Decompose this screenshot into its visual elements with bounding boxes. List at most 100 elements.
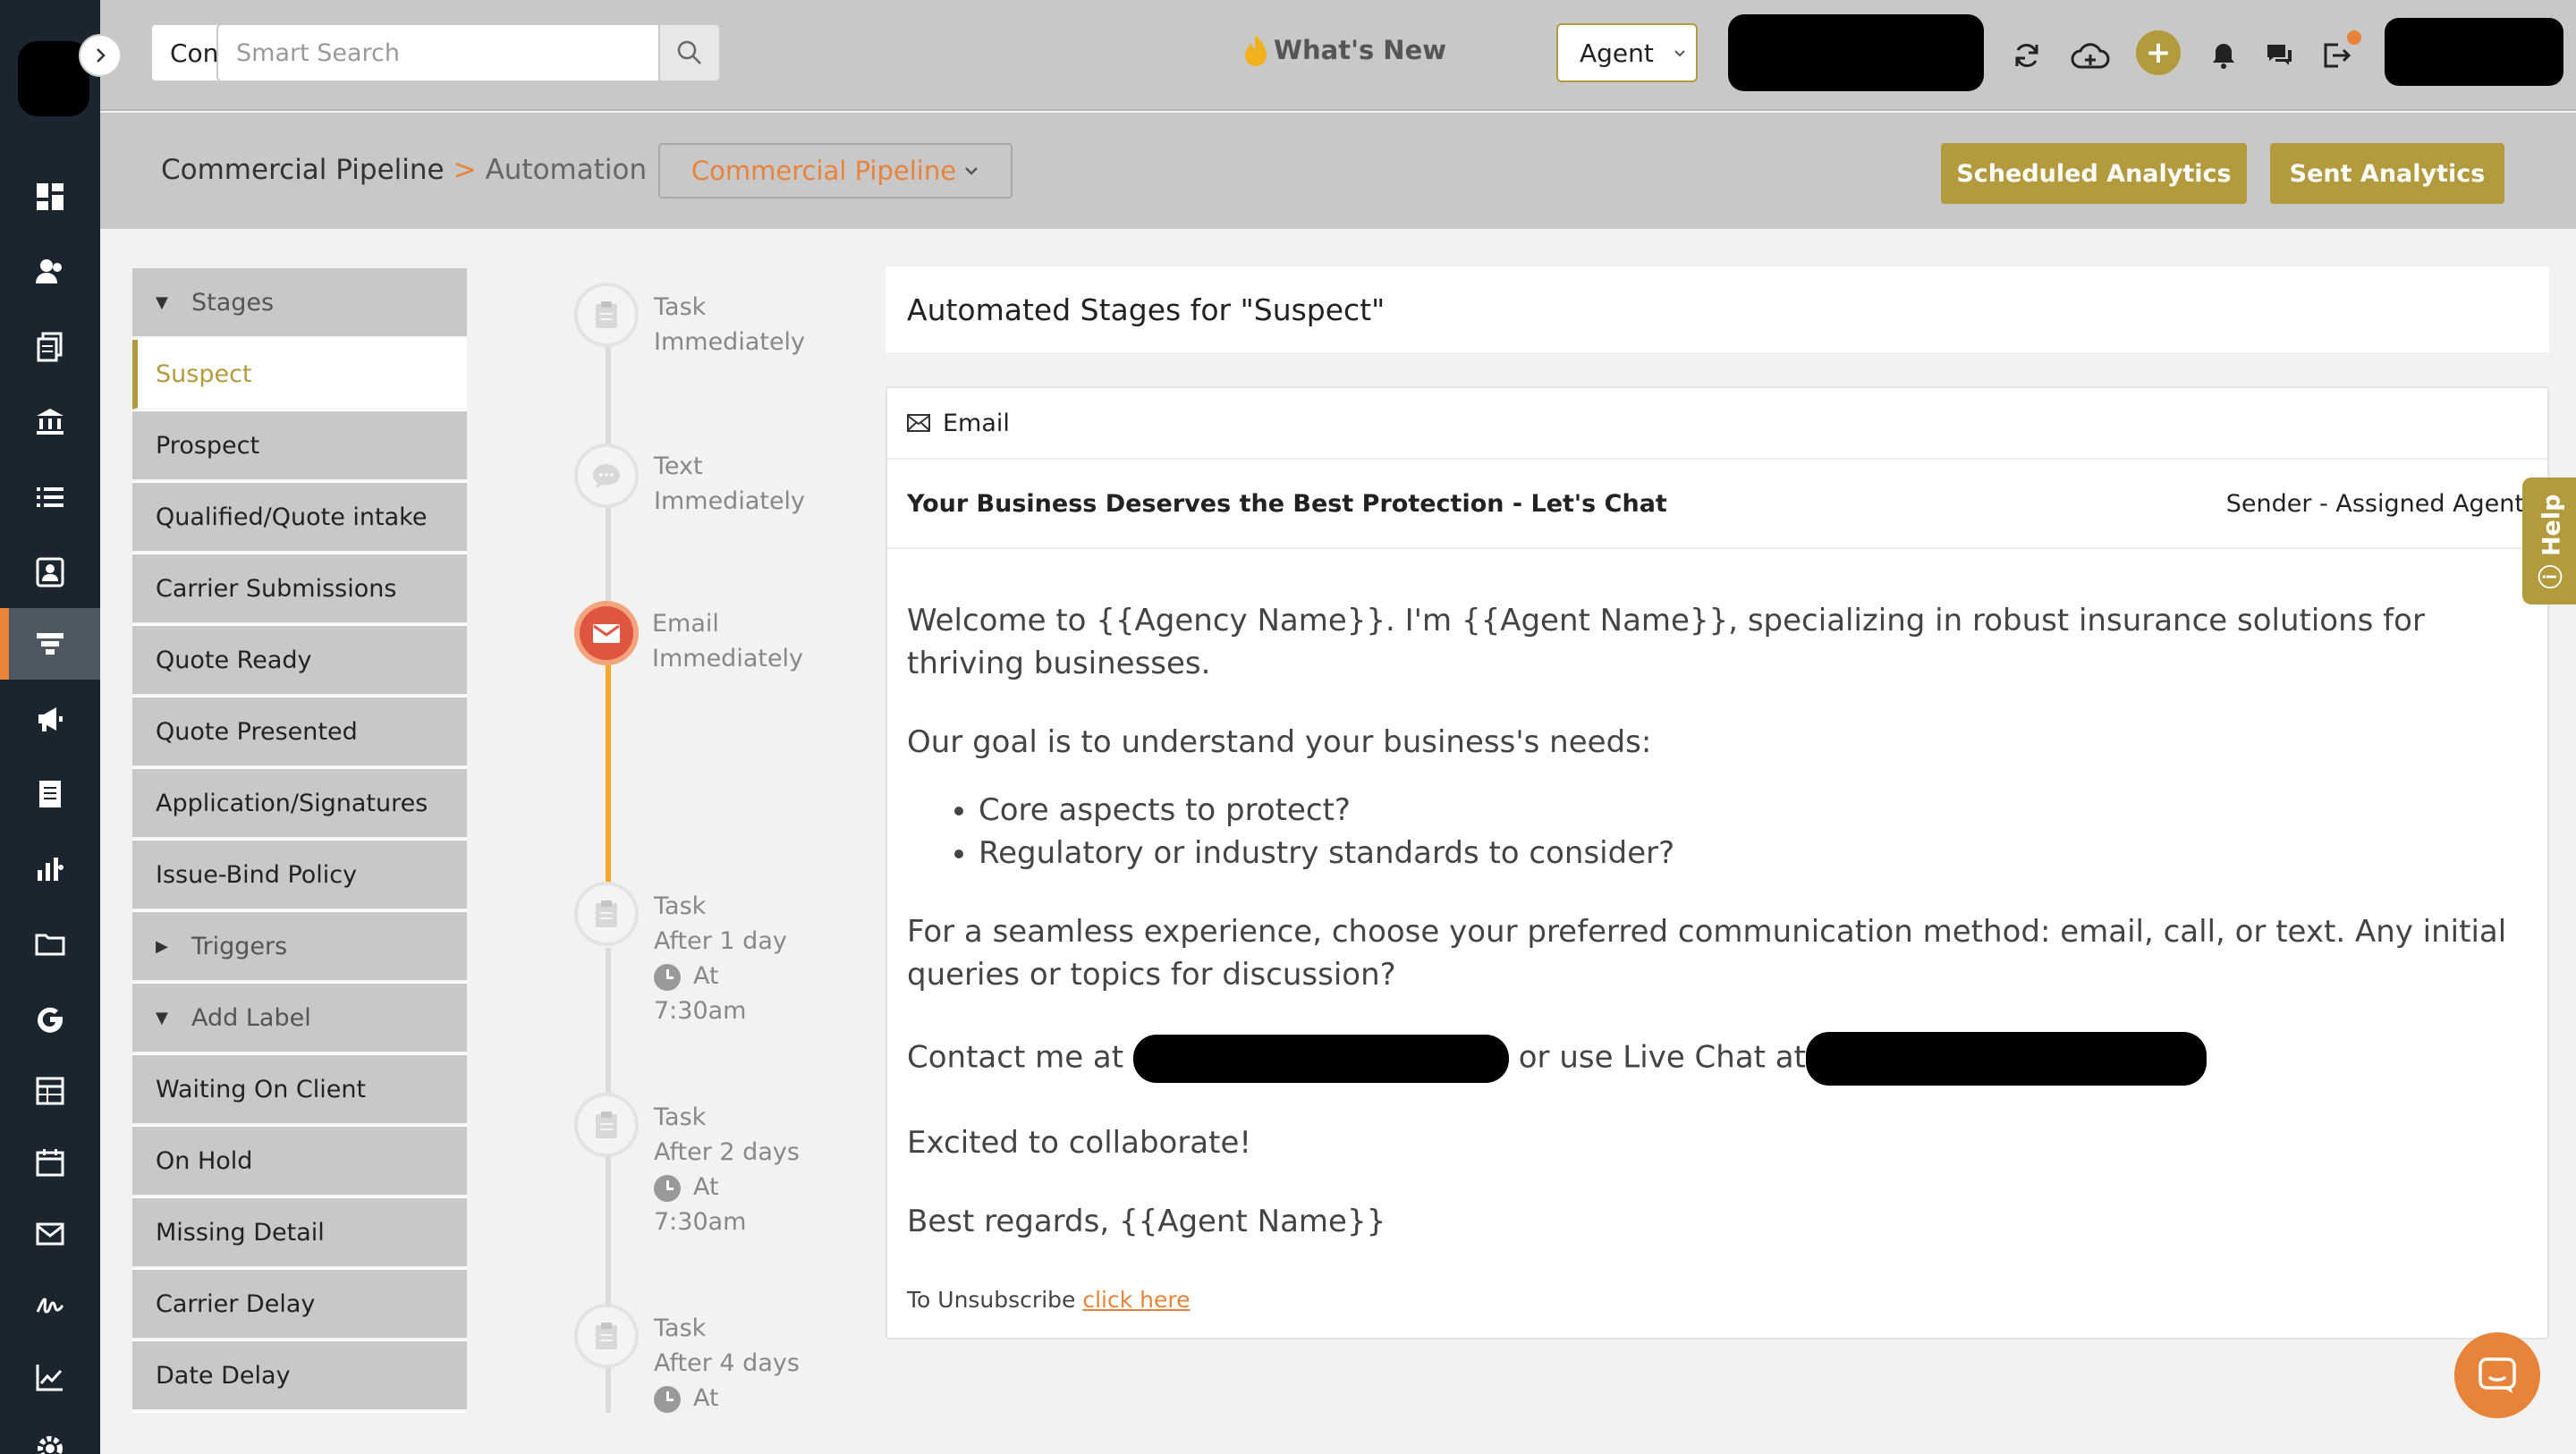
stage-item-quote-presented[interactable]: Quote Presented bbox=[132, 697, 467, 767]
breadcrumb-separator: > bbox=[453, 154, 477, 186]
label-item-waiting-on-client[interactable]: Waiting On Client bbox=[132, 1055, 467, 1125]
stages-group-toggle[interactable]: ▼ Stages bbox=[132, 268, 467, 338]
nav-contacts-icon[interactable] bbox=[0, 236, 100, 308]
stage-item-carrier-submissions[interactable]: Carrier Submissions bbox=[132, 554, 467, 624]
sidebar-expand-button[interactable] bbox=[79, 34, 122, 77]
add-label-group-toggle[interactable]: ▼ Add Label bbox=[132, 984, 467, 1053]
timeline-timing: Immediately bbox=[654, 328, 806, 356]
timeline-type: Task bbox=[654, 1315, 707, 1342]
nav-settings-icon[interactable] bbox=[0, 1413, 100, 1454]
timeline-node-email[interactable] bbox=[574, 601, 639, 665]
clock-icon bbox=[654, 1174, 681, 1202]
timeline-type: Text bbox=[654, 452, 703, 480]
bell-icon[interactable] bbox=[2206, 38, 2241, 73]
caret-down-icon: ▼ bbox=[156, 292, 168, 312]
timeline-node-task[interactable] bbox=[574, 882, 639, 946]
pipeline-select[interactable]: Commercial Pipeline bbox=[658, 143, 1013, 199]
chat-bubble-icon bbox=[2479, 1357, 2516, 1393]
label-item-date-delay[interactable]: Date Delay bbox=[132, 1341, 467, 1411]
unsubscribe-link[interactable]: click here bbox=[1082, 1287, 1190, 1313]
nav-table-icon[interactable] bbox=[0, 1055, 100, 1127]
nav-mail-icon[interactable] bbox=[0, 1198, 100, 1270]
stage-item-quote-ready[interactable]: Quote Ready bbox=[132, 626, 467, 696]
nav-folder-icon[interactable] bbox=[0, 909, 100, 980]
nav-forms-icon[interactable] bbox=[0, 758, 100, 830]
timeline-label: Task After 1 day At 7:30am bbox=[654, 889, 787, 1028]
contact-prefix: Contact me at bbox=[907, 1039, 1124, 1076]
label-item-missing-detail[interactable]: Missing Detail bbox=[132, 1198, 467, 1268]
timeline-node-task[interactable] bbox=[574, 1093, 639, 1157]
stage-item-suspect[interactable]: Suspect bbox=[132, 340, 467, 410]
email-preview-card: Email Your Business Deserves the Best Pr… bbox=[886, 386, 2549, 1340]
caret-right-icon: ▶ bbox=[156, 936, 168, 956]
stage-item-issue-bind[interactable]: Issue-Bind Policy bbox=[132, 841, 467, 910]
nav-pipeline-icon[interactable] bbox=[0, 608, 100, 680]
email-paragraph: Best regards, {{Agent Name}} bbox=[907, 1204, 1386, 1239]
clock-icon bbox=[654, 1385, 681, 1413]
clipboard-icon bbox=[596, 900, 617, 927]
pipeline-select-label: Commercial Pipeline bbox=[691, 156, 957, 186]
nav-list-icon[interactable] bbox=[0, 461, 100, 533]
timeline-timing: After 2 days bbox=[654, 1138, 800, 1166]
live-chat-button[interactable] bbox=[2454, 1332, 2540, 1418]
timeline-time: 7:30am bbox=[654, 1208, 747, 1236]
chat-icon[interactable] bbox=[2261, 38, 2297, 73]
timeline-node-task[interactable] bbox=[574, 283, 639, 347]
nav-megaphone-icon[interactable] bbox=[0, 683, 100, 755]
sent-analytics-button[interactable]: Sent Analytics bbox=[2270, 143, 2504, 204]
nav-bank-icon[interactable] bbox=[0, 386, 100, 458]
timeline-type: Task bbox=[654, 892, 707, 920]
flame-icon bbox=[1245, 34, 1267, 66]
nav-documents-icon[interactable] bbox=[0, 311, 100, 383]
nav-signature-icon[interactable] bbox=[0, 1270, 100, 1341]
email-sender: Sender - Assigned Agent bbox=[2225, 489, 2524, 518]
timeline-node-text[interactable] bbox=[574, 444, 639, 508]
stage-item-application[interactable]: Application/Signatures bbox=[132, 769, 467, 839]
email-contact-line: Contact me at or use Live Chat at bbox=[907, 1032, 2517, 1086]
scheduled-analytics-button[interactable]: Scheduled Analytics bbox=[1941, 143, 2247, 204]
nav-calendar-icon[interactable] bbox=[0, 1127, 100, 1198]
cloud-sync-icon[interactable] bbox=[2068, 38, 2113, 73]
help-tab[interactable]: ⓘ Help bbox=[2522, 478, 2576, 604]
help-text: Help bbox=[2538, 494, 2566, 556]
role-select[interactable]: Agent bbox=[1556, 23, 1698, 82]
timeline-node-task[interactable] bbox=[574, 1304, 639, 1368]
timeline-timing: After 4 days bbox=[654, 1349, 800, 1377]
chevron-down-icon bbox=[965, 167, 978, 175]
sidebar bbox=[0, 0, 100, 1454]
notification-dot bbox=[2347, 30, 2361, 45]
breadcrumb-root[interactable]: Commercial Pipeline bbox=[161, 154, 445, 186]
nav-dashboard-icon[interactable] bbox=[0, 161, 100, 232]
whats-new-link[interactable]: What's New bbox=[1243, 32, 1446, 68]
email-paragraph: Welcome to {{Agency Name}}. I'm {{Agent … bbox=[907, 603, 2425, 681]
triggers-group-label: Triggers bbox=[191, 932, 288, 960]
timeline-timing: Immediately bbox=[654, 487, 806, 515]
stage-item-qualified[interactable]: Qualified/Quote intake bbox=[132, 483, 467, 553]
whats-new-label: What's New bbox=[1274, 35, 1447, 65]
timeline-at: At bbox=[693, 1173, 719, 1201]
email-bullet-list: Core aspects to protect? Regulatory or i… bbox=[979, 789, 2517, 875]
stage-item-prospect[interactable]: Prospect bbox=[132, 411, 467, 481]
label-item-on-hold[interactable]: On Hold bbox=[132, 1127, 467, 1196]
chevron-right-icon bbox=[97, 48, 106, 63]
search-button[interactable] bbox=[658, 23, 721, 82]
timeline-label: Text Immediately bbox=[654, 449, 805, 519]
stages-group-label: Stages bbox=[191, 288, 275, 317]
label-item-carrier-delay[interactable]: Carrier Delay bbox=[132, 1270, 467, 1340]
timeline-time: 7:30am bbox=[654, 997, 747, 1025]
smart-search-input[interactable]: Smart Search bbox=[216, 23, 660, 82]
nav-google-icon[interactable] bbox=[0, 984, 100, 1055]
nav-contact-card-icon[interactable] bbox=[0, 537, 100, 608]
caret-down-icon: ▼ bbox=[156, 1008, 168, 1027]
refresh-icon[interactable] bbox=[2009, 38, 2045, 73]
contact-mid: or use Live Chat at bbox=[1518, 1039, 1806, 1076]
nav-analytics-icon[interactable] bbox=[0, 833, 100, 905]
page-title: Automated Stages for "Suspect" bbox=[886, 266, 2549, 352]
breadcrumb-current: Automation bbox=[485, 154, 648, 186]
add-new-button[interactable]: + bbox=[2136, 30, 2181, 75]
nav-trend-icon[interactable] bbox=[0, 1341, 100, 1413]
timeline-at: At bbox=[693, 962, 719, 990]
redacted-block bbox=[1132, 1035, 1509, 1083]
breadcrumb: Commercial Pipeline > Automation bbox=[161, 154, 647, 186]
triggers-group-toggle[interactable]: ▶ Triggers bbox=[132, 912, 467, 982]
